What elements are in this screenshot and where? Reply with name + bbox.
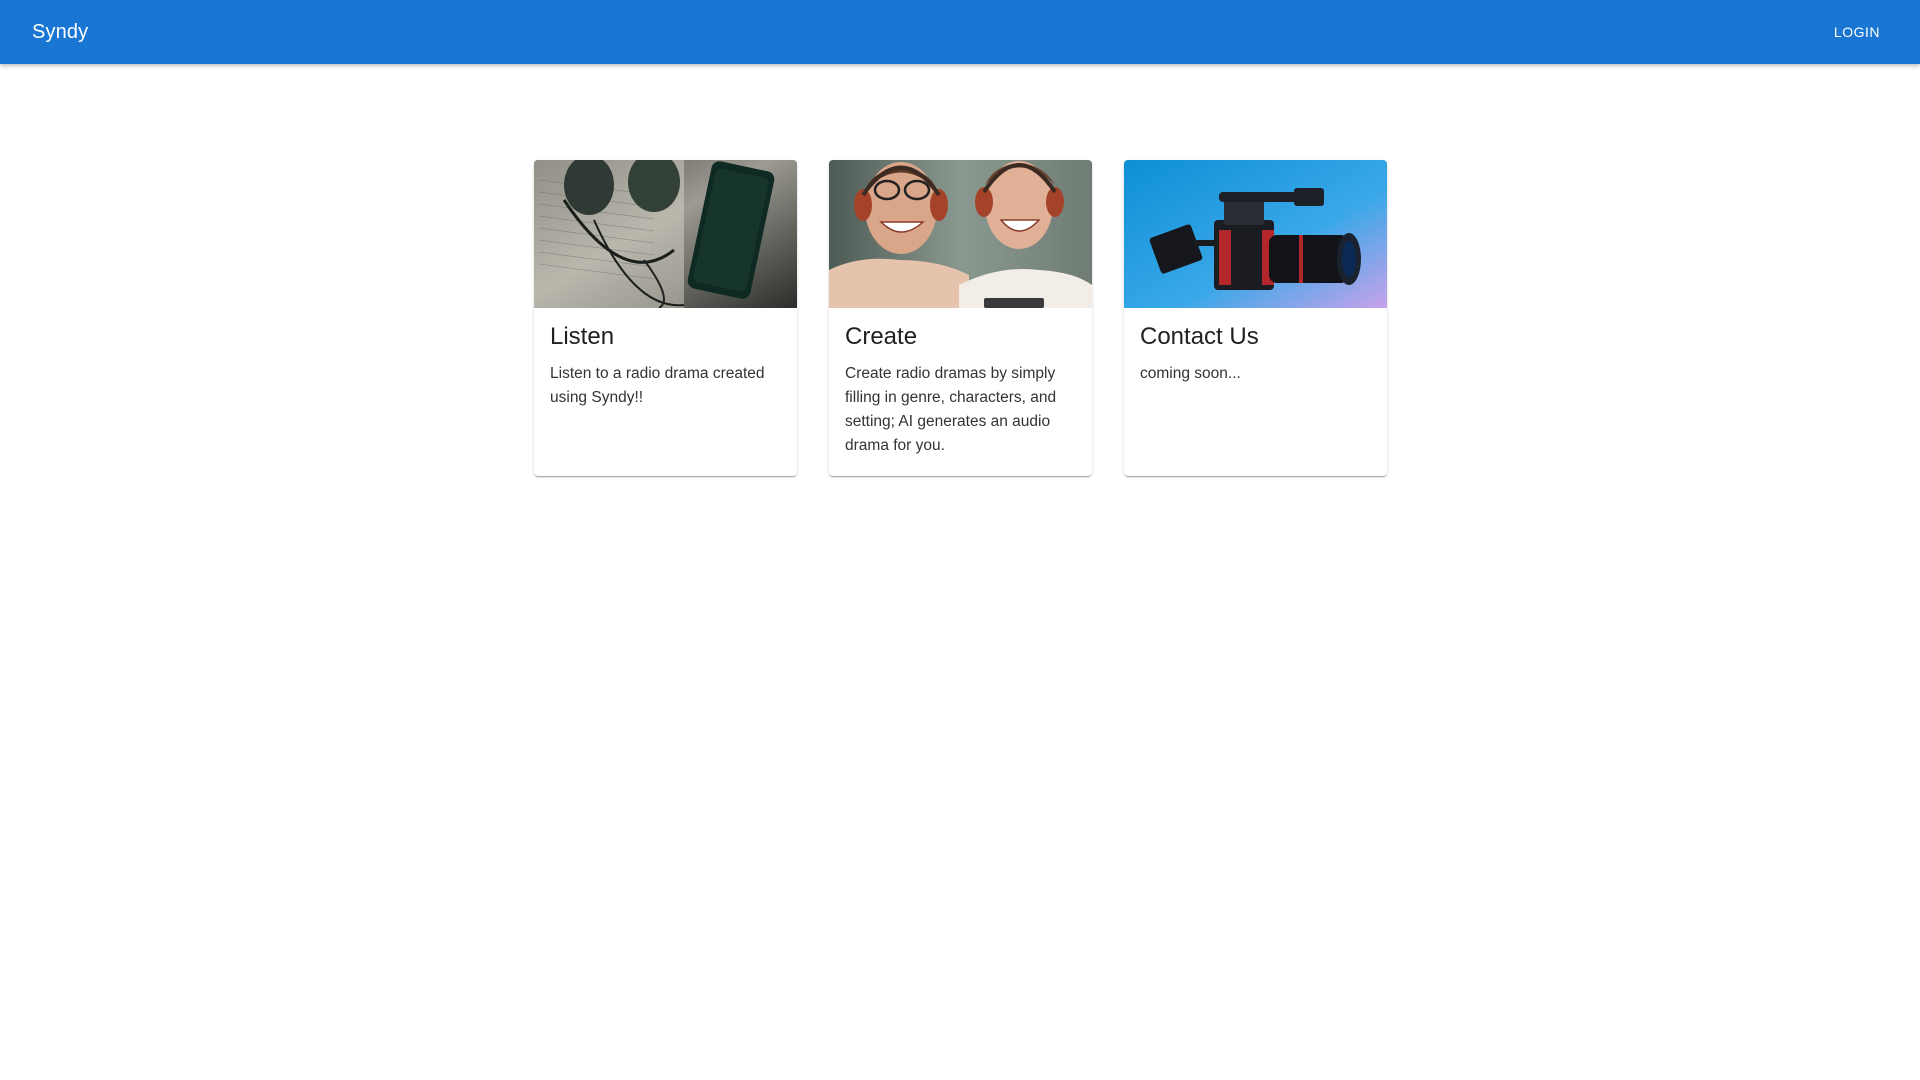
- card-title: Listen: [550, 323, 615, 350]
- brand-title[interactable]: Syndy: [32, 21, 88, 44]
- card-title: Contact Us: [1140, 323, 1259, 350]
- card-description: Listen to a radio drama created using Sy…: [550, 365, 765, 407]
- card-listen[interactable]: Listen Listen to a radio drama created u…: [534, 160, 797, 476]
- card-create[interactable]: Create Create radio dramas by simply fil…: [829, 160, 1092, 476]
- two-men-with-headphones-image: [829, 160, 1092, 308]
- video-camera-image: [1124, 160, 1387, 308]
- app-bar: Syndy LOGIN: [0, 0, 1920, 64]
- card-contact-us[interactable]: Contact Us coming soon...: [1124, 160, 1387, 476]
- card-description: Create radio dramas by simply filling in…: [845, 365, 1057, 455]
- card-grid: Listen Listen to a radio drama created u…: [534, 160, 1387, 476]
- card-description: coming soon...: [1140, 365, 1241, 383]
- card-title: Create: [845, 323, 918, 350]
- headphones-and-phone-image: [534, 160, 797, 308]
- login-button[interactable]: LOGIN: [1826, 16, 1888, 48]
